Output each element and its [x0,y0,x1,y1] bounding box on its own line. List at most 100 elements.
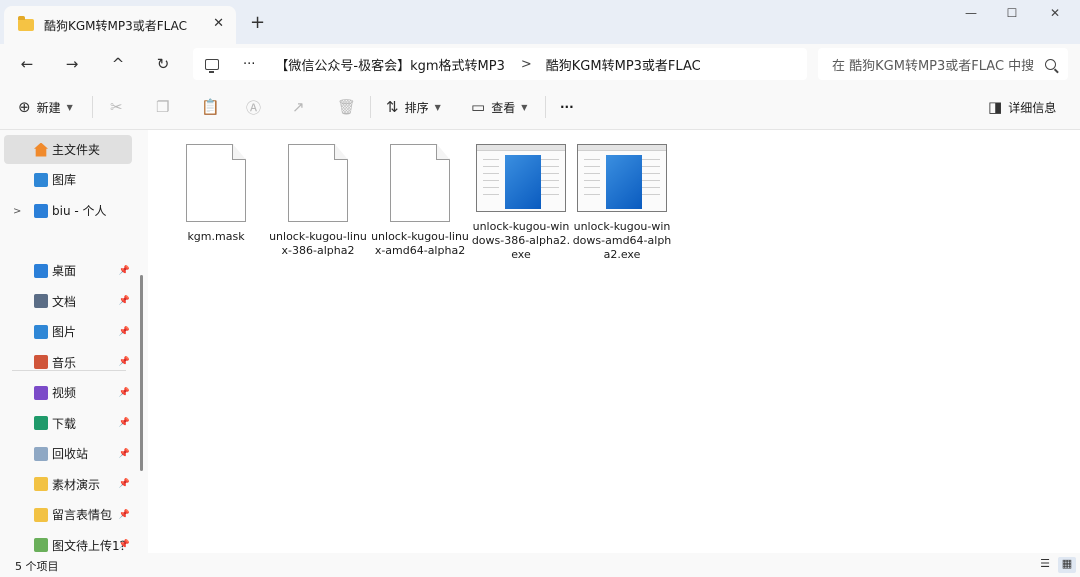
sidebar-item-pinned[interactable]: 图片 📌 [4,317,132,346]
navigation-bar: ← → ^ ↻ ··· 【微信公众号-极客会】kgm格式转MP3 > 酷狗KGM… [0,44,1080,84]
search-input[interactable]: 在 酷狗KGM转MP3或者FLAC 中搜 [818,55,1045,74]
rename-icon: Ⓐ [246,98,262,117]
sidebar-item-label: 桌面 [52,264,77,278]
sort-icon: ⇅ [386,98,399,116]
large-icons-view-icon[interactable]: ▦ [1058,557,1076,573]
more-options-button[interactable]: ··· [560,96,574,118]
toolbar-divider [545,96,546,118]
sidebar-item-label: 图片 [52,325,77,339]
share-button[interactable]: ↗ [292,96,311,118]
close-window-button[interactable]: ✕ [1040,6,1070,20]
sidebar-item-pinned[interactable]: 视频 📌 [4,378,132,407]
forward-button[interactable]: → [60,52,84,76]
trash-icon: 🗑 [337,98,357,116]
pin-icon: 📌 [118,265,130,276]
pin-icon: 📌 [118,296,130,306]
sidebar-item-pinned[interactable]: 回收站 📌 [4,439,132,468]
file-item[interactable]: kgm.mask [166,144,266,244]
file-item[interactable]: unlock-kugou-linux-amd64-alpha2 [370,144,470,258]
up-button[interactable]: ^ [106,52,130,76]
tab-close-icon[interactable]: ✕ [213,16,224,31]
folder-icon [34,324,48,339]
folder-icon [34,355,48,369]
exe-thumbnail-icon [476,144,566,212]
back-button[interactable]: ← [15,52,39,76]
delete-button[interactable]: 🗑 [337,96,362,118]
folder-icon [34,446,48,461]
tab-current-folder[interactable]: 酷狗KGM转MP3或者FLAC ✕ [4,6,236,44]
rename-button[interactable]: Ⓐ [246,96,267,118]
maximize-button[interactable]: ☐ [997,6,1027,20]
sidebar-item-pinned[interactable]: 音乐 📌 [4,348,132,377]
sidebar-item-label: 文档 [52,294,77,309]
refresh-button[interactable]: ↻ [151,52,175,76]
sort-button[interactable]: ⇅ 排序 ▼ [386,96,441,118]
chevron-down-icon: ▼ [434,102,441,112]
toolbar-divider [92,96,93,118]
minimize-button[interactable]: — [956,6,986,20]
cloud-folder-icon [34,203,48,218]
sidebar-item-label: 图库 [52,173,77,187]
exe-thumbnail-icon [577,144,667,212]
tab-title: 酷狗KGM转MP3或者FLAC [44,18,187,33]
title-bar: 酷狗KGM转MP3或者FLAC ✕ + — ☐ ✕ [0,0,1080,44]
search-icon[interactable] [1045,58,1056,70]
details-label: 详细信息 [1008,100,1057,115]
sidebar-item-personal[interactable]: biu - 个人 [4,196,132,225]
navigation-pane: 主文件夹 图库 > biu - 个人 桌面 📌 文档 📌 图片 📌 音乐 📌 视频 📌 下载 📌 回收站… [0,130,148,553]
pin-icon: 📌 [118,387,130,398]
breadcrumb-parent[interactable]: 【微信公众号-极客会】kgm格式转MP3 [275,55,504,74]
details-pane-button[interactable]: ◨ 详细信息 [988,96,1056,118]
new-button[interactable]: ⊕ 新建 ▼ [18,96,73,118]
sidebar-item-pinned[interactable]: 桌面 📌 [4,256,132,285]
pin-icon: 📌 [118,357,130,367]
pin-icon: 📌 [118,418,130,428]
file-name: unlock-kugou-windows-386-alpha2.exe [471,220,571,261]
file-name: unlock-kugou-windows-amd64-alpha2.exe [572,220,672,261]
breadcrumb-current[interactable]: 酷狗KGM转MP3或者FLAC [546,55,701,74]
folder-icon [34,477,48,491]
sidebar-item-pinned[interactable]: 素材演示 📌 [4,470,132,499]
breadcrumb-more[interactable]: ··· [243,57,255,72]
file-icon [186,144,246,222]
view-button[interactable]: ▭ 查看 ▼ [471,96,527,118]
copy-icon: ❐ [156,98,170,116]
folder-icon [34,507,48,522]
details-pane-icon: ◨ [988,98,1003,116]
new-tab-button[interactable]: + [250,12,265,33]
file-item[interactable]: unlock-kugou-windows-386-alpha2.exe [471,144,571,262]
status-bar: 5 个项目 ☰ ▦ [0,553,1080,577]
pin-icon: 📌 [118,479,130,489]
address-bar[interactable]: ··· 【微信公众号-极客会】kgm格式转MP3 > 酷狗KGM转MP3或者FL… [193,48,807,80]
search-box[interactable]: 在 酷狗KGM转MP3或者FLAC 中搜 [818,48,1068,80]
sidebar-item-gallery[interactable]: 图库 [4,165,132,194]
folder-icon [34,385,48,400]
file-item[interactable]: unlock-kugou-windows-amd64-alpha2.exe [572,144,672,262]
details-view-icon[interactable]: ☰ [1036,557,1054,573]
folder-icon [34,538,48,552]
sidebar-item-label: 音乐 [52,355,77,370]
sidebar-scrollbar[interactable] [140,275,143,471]
view-label: 查看 [491,100,516,115]
chevron-down-icon: ▼ [66,102,73,112]
breadcrumb-separator-icon[interactable]: > [521,57,532,72]
sidebar-item-pinned[interactable]: 下载 📌 [4,409,132,438]
view-icon: ▭ [471,98,486,116]
sidebar-item-home[interactable]: 主文件夹 [4,135,132,164]
copy-button[interactable]: ❐ [156,96,175,118]
monitor-icon [205,58,219,73]
file-name: kgm.mask [187,230,245,243]
scissors-icon: ✂ [110,98,123,116]
sidebar-item-pinned[interactable]: 文档 📌 [4,287,132,316]
sidebar-item-label: 视频 [52,386,77,400]
sidebar-item-pinned[interactable]: 留言表情包 📌 [4,500,132,529]
sidebar-item-label: 回收站 [52,447,89,461]
pin-icon: 📌 [118,326,130,337]
folder-icon [34,416,48,430]
cut-button[interactable]: ✂ [110,96,129,118]
file-item[interactable]: unlock-kugou-linux-386-alpha2 [268,144,368,258]
sidebar-item-label: 下载 [52,416,77,431]
paste-button[interactable]: 📋 [201,96,226,118]
sidebar-item-label: 素材演示 [52,477,101,492]
file-name: unlock-kugou-linux-386-alpha2 [269,230,367,257]
